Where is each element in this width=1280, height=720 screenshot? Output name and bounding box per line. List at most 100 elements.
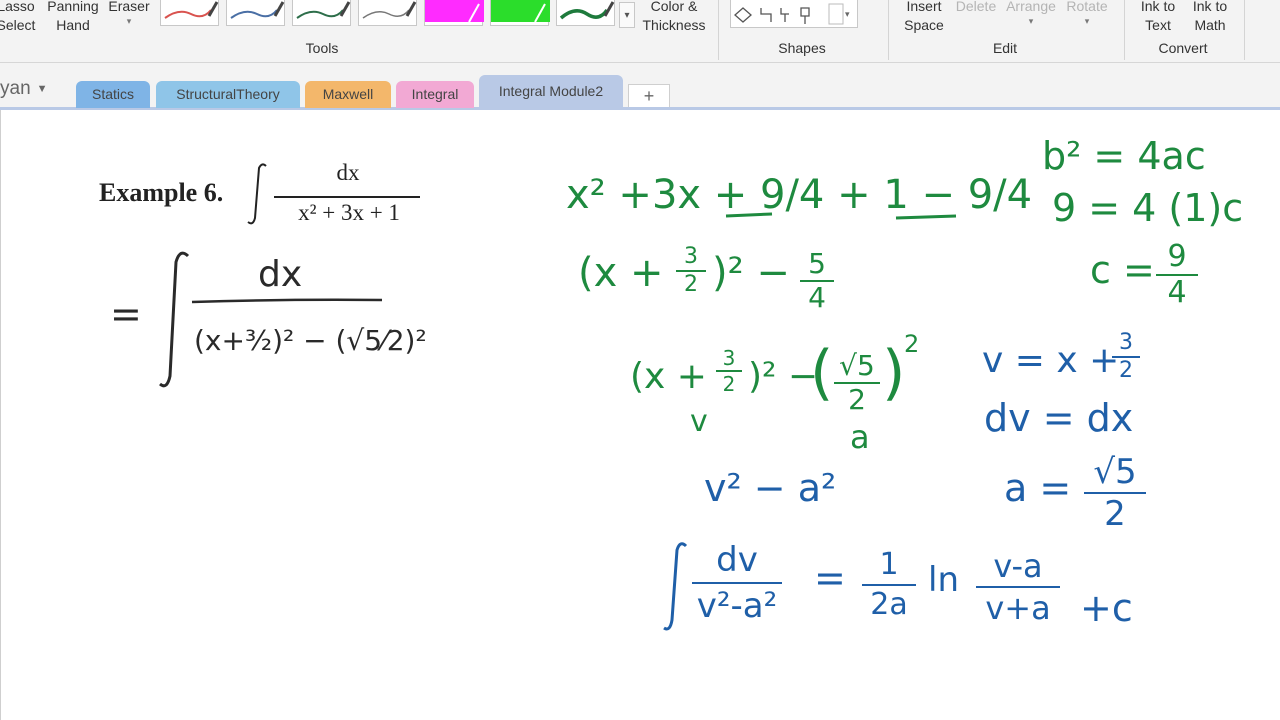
ribbon-separator (888, 0, 889, 60)
integral-sign-icon (159, 251, 190, 388)
green-line2-right: )² − (712, 250, 790, 296)
shapes-gallery[interactable]: ▾ (730, 0, 858, 28)
ink-to-math-button[interactable]: Ink to Math (1186, 0, 1234, 35)
black-equals: = (110, 292, 142, 336)
plus-icon: + (643, 86, 655, 106)
blue-plus-c: +c (1080, 586, 1133, 630)
panning-hand-button[interactable]: Panning Hand (42, 0, 104, 35)
fraction-denominator: 4 (800, 280, 834, 314)
green-a-label: a (850, 418, 870, 456)
ink-to-math-label: Ink to Math (1192, 0, 1228, 33)
highlighter-magenta[interactable] (424, 0, 484, 26)
tab-maxwell[interactable]: Maxwell (305, 81, 391, 108)
green-v-label: v (690, 404, 708, 439)
blue-ln-fraction: v-a v+a (976, 546, 1060, 628)
green-nine-equation: 9 = 4 (1)c (1052, 186, 1244, 230)
color-thickness-button[interactable]: Color & Thickness (638, 0, 710, 35)
pen-stroke-icon (296, 1, 351, 19)
pen-stroke-icon (362, 1, 417, 19)
blue-one-over-2a: 1 2a (862, 546, 916, 624)
fraction-numerator: dv (716, 540, 758, 580)
green-underlines (725, 212, 957, 220)
eraser-button[interactable]: Eraser ▾ (106, 0, 152, 26)
pen-blue-thin[interactable] (226, 0, 285, 26)
green-fraction-nine-fourths: 9 4 (1156, 240, 1198, 310)
insert-space-button[interactable]: Insert Space (898, 0, 950, 35)
tab-label: Maxwell (322, 86, 374, 102)
fraction-denominator: 2 (834, 382, 880, 416)
panning-hand-label: Panning Hand (47, 0, 99, 33)
arrange-button[interactable]: Arrange ▾ (1002, 0, 1060, 26)
black-fraction-bar (191, 298, 383, 304)
ink-to-text-label: Ink to Text (1140, 0, 1176, 33)
pen-gray-thin[interactable] (358, 0, 417, 26)
pen-dark-thin[interactable] (292, 0, 351, 26)
pen-gallery-more-button[interactable]: ▾ (619, 2, 635, 28)
blue-integral-fraction: dv v²-a² (692, 538, 782, 628)
tab-label: StructuralTheory (176, 86, 280, 102)
shapes-icons: ▾ (734, 3, 850, 25)
fraction-denominator: 4 (1156, 274, 1198, 310)
shapes-group-label: Shapes (778, 40, 826, 56)
ribbon-separator (718, 0, 719, 60)
insert-space-label: Insert Space (904, 0, 944, 33)
pen-red-thin[interactable] (160, 0, 219, 26)
black-numerator: dx (258, 254, 303, 295)
arrange-label: Arrange (1006, 0, 1056, 14)
fraction-numerator: 3 (1119, 330, 1133, 355)
chevron-down-icon: ▾ (1084, 16, 1090, 26)
rotate-button[interactable]: Rotate ▾ (1062, 0, 1112, 26)
green-b-squared: b² = 4ac (1042, 134, 1206, 178)
highlighter-green[interactable] (490, 0, 550, 26)
svg-text:▾: ▾ (845, 9, 850, 19)
tab-integral-module2[interactable]: Integral Module2 (479, 75, 623, 108)
fraction-numerator: 1 (879, 547, 899, 582)
tab-integral[interactable]: Integral (396, 81, 474, 108)
blue-dv-equals-dx: dv = dx (984, 396, 1134, 440)
add-section-button[interactable]: + (628, 84, 670, 107)
tab-statics[interactable]: Statics (76, 81, 150, 108)
example-fraction-bar (274, 196, 420, 198)
fraction-denominator: 2 (1112, 356, 1140, 384)
integral-sign-icon (663, 542, 688, 631)
green-line3-middle: )² − (748, 356, 819, 397)
fraction-numerator: v-a (993, 547, 1043, 585)
fraction-denominator: 2 (716, 370, 742, 396)
page-left-border (0, 110, 1, 720)
fraction-denominator: 2 (1084, 492, 1146, 534)
fraction-denominator: v+a (976, 586, 1060, 628)
fraction-numerator: √5 (839, 349, 875, 382)
lasso-select-button[interactable]: Lasso Select (0, 0, 36, 35)
notebook-selector[interactable]: yan ▼ (0, 78, 48, 100)
example-label: Example 6. (99, 178, 224, 207)
integral-sign-icon (247, 163, 267, 225)
convert-group-label: Convert (1158, 40, 1208, 56)
pen-green-thick[interactable] (556, 0, 615, 26)
highlighter-icon (491, 0, 550, 23)
blue-equals: = (814, 556, 846, 600)
ribbon-separator (1244, 0, 1245, 60)
eraser-label: Eraser (108, 0, 150, 14)
blue-v-fraction: 3 2 (1112, 330, 1140, 384)
green-c-equals: c = (1090, 248, 1155, 292)
fraction-numerator: 9 (1167, 239, 1187, 274)
rotate-label: Rotate (1066, 0, 1108, 14)
tab-label: Statics (91, 86, 134, 102)
blue-ln: ln (928, 560, 959, 600)
ink-to-text-button[interactable]: Ink to Text (1132, 0, 1184, 35)
pen-stroke-icon (164, 1, 219, 19)
chevron-down-icon: ▾ (1028, 16, 1034, 26)
fraction-numerator: 3 (722, 346, 736, 370)
tab-structural-theory[interactable]: StructuralTheory (156, 81, 300, 108)
green-line3-left: (x + (630, 356, 707, 397)
green-line3-close-paren: ) (882, 338, 906, 408)
fraction-numerator: 5 (808, 247, 826, 280)
blue-a-equals: a = (1004, 466, 1072, 510)
highlighter-icon (425, 0, 484, 23)
fraction-denominator: 2a (862, 584, 916, 624)
lasso-select-label: Lasso Select (0, 0, 36, 33)
fraction-denominator: 2 (676, 270, 706, 298)
green-fraction-three-halves: 3 2 (676, 244, 706, 298)
delete-button[interactable]: Delete (952, 0, 1000, 16)
blue-a-fraction: √5 2 (1084, 452, 1146, 534)
